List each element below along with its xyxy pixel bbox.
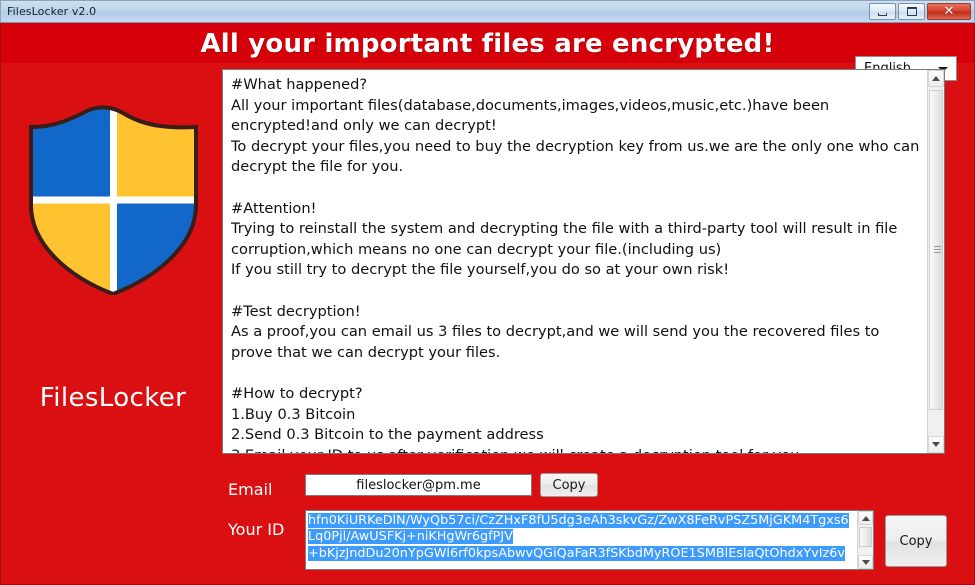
email-label: Email: [228, 480, 273, 499]
window-controls: ✕: [869, 3, 971, 20]
id-scroll-up-button[interactable]: [858, 511, 873, 525]
header-banner: All your important files are encrypted!: [1, 23, 974, 63]
your-id-label: Your ID: [228, 520, 285, 539]
minimize-icon: [878, 12, 887, 16]
note-scroll-thumb[interactable]: [929, 90, 943, 410]
ransom-note-text: #What happened? All your important files…: [231, 76, 920, 453]
id-line: Lq0Pjl/AwUSFKj+niKHgWr6gfPJV: [308, 529, 856, 545]
shield-icon: [29, 105, 198, 295]
email-input[interactable]: fileslocker@pm.me: [305, 474, 532, 496]
id-line-text: hfn0KiURKeDlN/WyQb57ci/CzZHxF8fU5dg3eAh3…: [308, 513, 849, 528]
id-row: Your ID hfn0KiURKeDlN/WyQb57ci/CzZHxF8fU…: [222, 510, 947, 570]
id-scroll-down-button[interactable]: [858, 555, 873, 569]
note-scroll-down-button[interactable]: [928, 436, 944, 453]
id-line-text: Lq0Pjl/AwUSFKj+niKHgWr6gfPJV: [308, 529, 513, 545]
copy-id-button[interactable]: Copy: [885, 515, 947, 567]
fileslocker-window: FilesLocker v2.0 ✕ All your important fi…: [0, 0, 975, 585]
triangle-up-icon: [861, 515, 870, 521]
window-title: FilesLocker v2.0: [7, 5, 97, 18]
copy-email-button[interactable]: Copy: [540, 473, 598, 497]
maximize-icon: [906, 7, 917, 16]
id-scrollbar[interactable]: [857, 511, 873, 569]
minimize-button[interactable]: [869, 3, 896, 20]
shield-quadrants: [31, 107, 196, 294]
email-row: Email fileslocker@pm.me Copy: [222, 473, 945, 504]
triangle-up-icon: [932, 76, 940, 81]
page-title: All your important files are encrypted!: [200, 29, 775, 59]
grip-icon: [934, 246, 941, 253]
id-line: hfn0KiURKeDlN/WyQb57ci/CzZHxF8fU5dg3eAh3…: [308, 513, 856, 529]
maximize-button[interactable]: [898, 3, 925, 20]
shield-logo: [27, 105, 200, 295]
close-button[interactable]: ✕: [927, 3, 971, 20]
note-scroll-up-button[interactable]: [928, 70, 944, 87]
branding-panel: FilesLocker: [13, 83, 213, 443]
ransom-note-panel[interactable]: #What happened? All your important files…: [222, 69, 945, 454]
close-icon: ✕: [943, 4, 955, 19]
triangle-down-icon: [932, 442, 940, 447]
note-scrollbar[interactable]: [927, 70, 944, 453]
your-id-text: hfn0KiURKeDlN/WyQb57ci/CzZHxF8fU5dg3eAh3…: [308, 513, 856, 562]
window-body: All your important files are encrypted! …: [0, 23, 975, 585]
title-bar: FilesLocker v2.0 ✕: [0, 0, 975, 23]
your-id-input[interactable]: hfn0KiURKeDlN/WyQb57ci/CzZHxF8fU5dg3eAh3…: [305, 510, 874, 570]
id-line: +bKjzJndDu20nYpGWl6rf0kpsAbwvQGiQaFaR3fS…: [308, 545, 856, 562]
triangle-down-icon: [861, 559, 870, 565]
brand-name: FilesLocker: [39, 383, 187, 413]
id-line-text: +bKjzJndDu20nYpGWl6rf0kpsAbwvQGiQaFaR3fS…: [308, 545, 845, 561]
id-scroll-thumb[interactable]: [859, 527, 872, 547]
